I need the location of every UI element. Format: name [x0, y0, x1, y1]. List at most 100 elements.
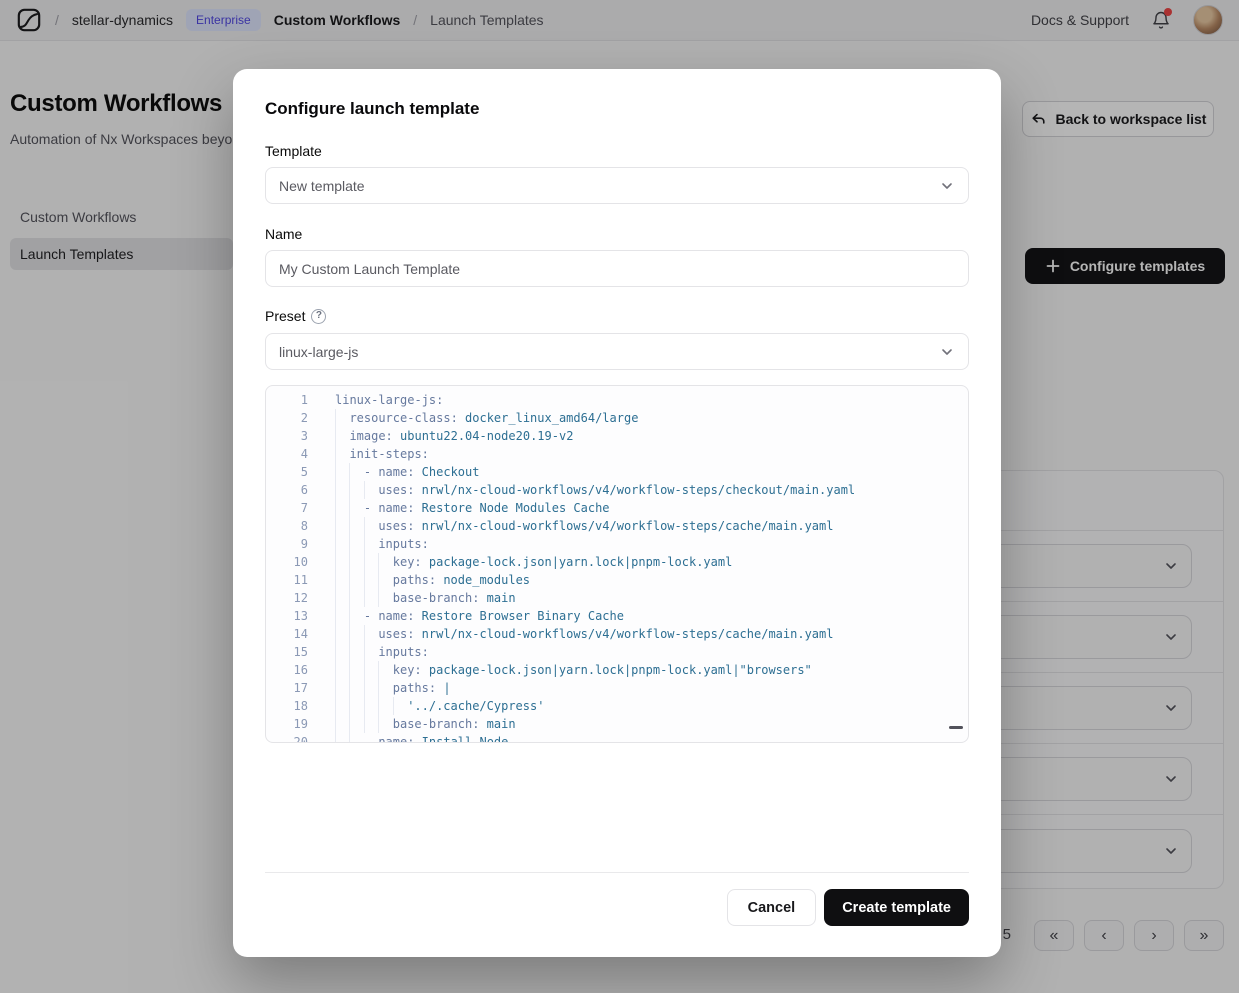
indent-guide [364, 697, 378, 715]
line-number: 3 [266, 427, 308, 445]
line-number: 15 [266, 643, 308, 661]
code-line: 2resource-class: docker_linux_amd64/larg… [266, 409, 968, 427]
indent-guide [378, 661, 392, 679]
code-line: 16key: package-lock.json|yarn.lock|pnpm-… [266, 661, 968, 679]
template-select[interactable]: New template [265, 167, 969, 204]
name-input-value: My Custom Launch Template [279, 261, 460, 277]
indent-guide [349, 715, 363, 733]
help-icon[interactable]: ? [311, 309, 326, 324]
indent-guide [335, 589, 349, 607]
cancel-button[interactable]: Cancel [727, 889, 817, 926]
line-number: 7 [266, 499, 308, 517]
editor-scrollbar-thumb[interactable] [949, 726, 963, 729]
indent-guide [349, 499, 363, 517]
line-number: 14 [266, 625, 308, 643]
preset-select[interactable]: linux-large-js [265, 333, 969, 370]
indent-guide [364, 571, 378, 589]
code-line: 7- name: Restore Node Modules Cache [266, 499, 968, 517]
indent-guide [349, 589, 363, 607]
name-field-label: Name [265, 224, 969, 244]
indent-guide [364, 625, 378, 643]
line-number: 6 [266, 481, 308, 499]
line-number: 16 [266, 661, 308, 679]
indent-guide [349, 571, 363, 589]
line-number: 10 [266, 553, 308, 571]
name-input[interactable]: My Custom Launch Template [265, 250, 969, 287]
indent-guide [335, 535, 349, 553]
code-line: 15inputs: [266, 643, 968, 661]
indent-guide [349, 733, 363, 743]
code-line: 13- name: Restore Browser Binary Cache [266, 607, 968, 625]
indent-guide [378, 571, 392, 589]
indent-guide [335, 427, 349, 445]
code-line: 6uses: nrwl/nx-cloud-workflows/v4/workfl… [266, 481, 968, 499]
indent-guide [349, 661, 363, 679]
indent-guide [349, 463, 363, 481]
indent-guide [364, 715, 378, 733]
line-number: 12 [266, 589, 308, 607]
line-number: 9 [266, 535, 308, 553]
line-number: 4 [266, 445, 308, 463]
indent-guide [335, 661, 349, 679]
indent-guide [378, 697, 392, 715]
line-number: 18 [266, 697, 308, 715]
chevron-down-icon [939, 178, 955, 194]
preset-label-text: Preset [265, 306, 305, 326]
code-line: 3image: ubuntu22.04-node20.19-v2 [266, 427, 968, 445]
indent-guide [335, 481, 349, 499]
indent-guide [378, 589, 392, 607]
indent-guide [349, 679, 363, 697]
code-line: 19base-branch: main [266, 715, 968, 733]
footer-divider [265, 872, 969, 873]
indent-guide [364, 517, 378, 535]
indent-guide [349, 517, 363, 535]
indent-guide [335, 625, 349, 643]
line-number: 8 [266, 517, 308, 535]
line-number: 13 [266, 607, 308, 625]
template-select-value: New template [279, 178, 365, 194]
code-line: 8uses: nrwl/nx-cloud-workflows/v4/workfl… [266, 517, 968, 535]
indent-guide [335, 733, 349, 743]
chevron-down-icon [939, 344, 955, 360]
indent-guide [393, 697, 407, 715]
indent-guide [335, 409, 349, 427]
indent-guide [335, 517, 349, 535]
line-number: 11 [266, 571, 308, 589]
code-line: 17paths: | [266, 679, 968, 697]
line-number: 5 [266, 463, 308, 481]
indent-guide [349, 697, 363, 715]
code-editor-lines: 1linux-large-js:2resource-class: docker_… [266, 386, 968, 743]
indent-guide [364, 679, 378, 697]
template-field-label: Template [265, 141, 969, 161]
indent-guide [349, 535, 363, 553]
code-line: 10key: package-lock.json|yarn.lock|pnpm-… [266, 553, 968, 571]
code-line: 20- name: Install Node [266, 733, 968, 743]
yaml-editor[interactable]: 1linux-large-js:2resource-class: docker_… [265, 385, 969, 743]
configure-launch-template-modal: Configure launch template Template New t… [233, 69, 1001, 957]
indent-guide [349, 643, 363, 661]
indent-guide [335, 553, 349, 571]
create-template-button[interactable]: Create template [824, 889, 969, 926]
indent-guide [335, 463, 349, 481]
indent-guide [378, 553, 392, 571]
code-line: 1linux-large-js: [266, 391, 968, 409]
indent-guide [349, 481, 363, 499]
modal-title: Configure launch template [265, 99, 969, 119]
code-line: 11paths: node_modules [266, 571, 968, 589]
modal-footer: Cancel Create template [265, 889, 969, 926]
line-number: 19 [266, 715, 308, 733]
indent-guide [364, 661, 378, 679]
indent-guide [364, 553, 378, 571]
line-number: 2 [266, 409, 308, 427]
indent-guide [335, 499, 349, 517]
indent-guide [335, 643, 349, 661]
indent-guide [364, 481, 378, 499]
preset-field-label: Preset ? [265, 306, 969, 326]
indent-guide [364, 643, 378, 661]
indent-guide [335, 715, 349, 733]
code-line: 9inputs: [266, 535, 968, 553]
code-line: 5- name: Checkout [266, 463, 968, 481]
indent-guide [335, 697, 349, 715]
indent-guide [378, 679, 392, 697]
preset-select-value: linux-large-js [279, 344, 358, 360]
